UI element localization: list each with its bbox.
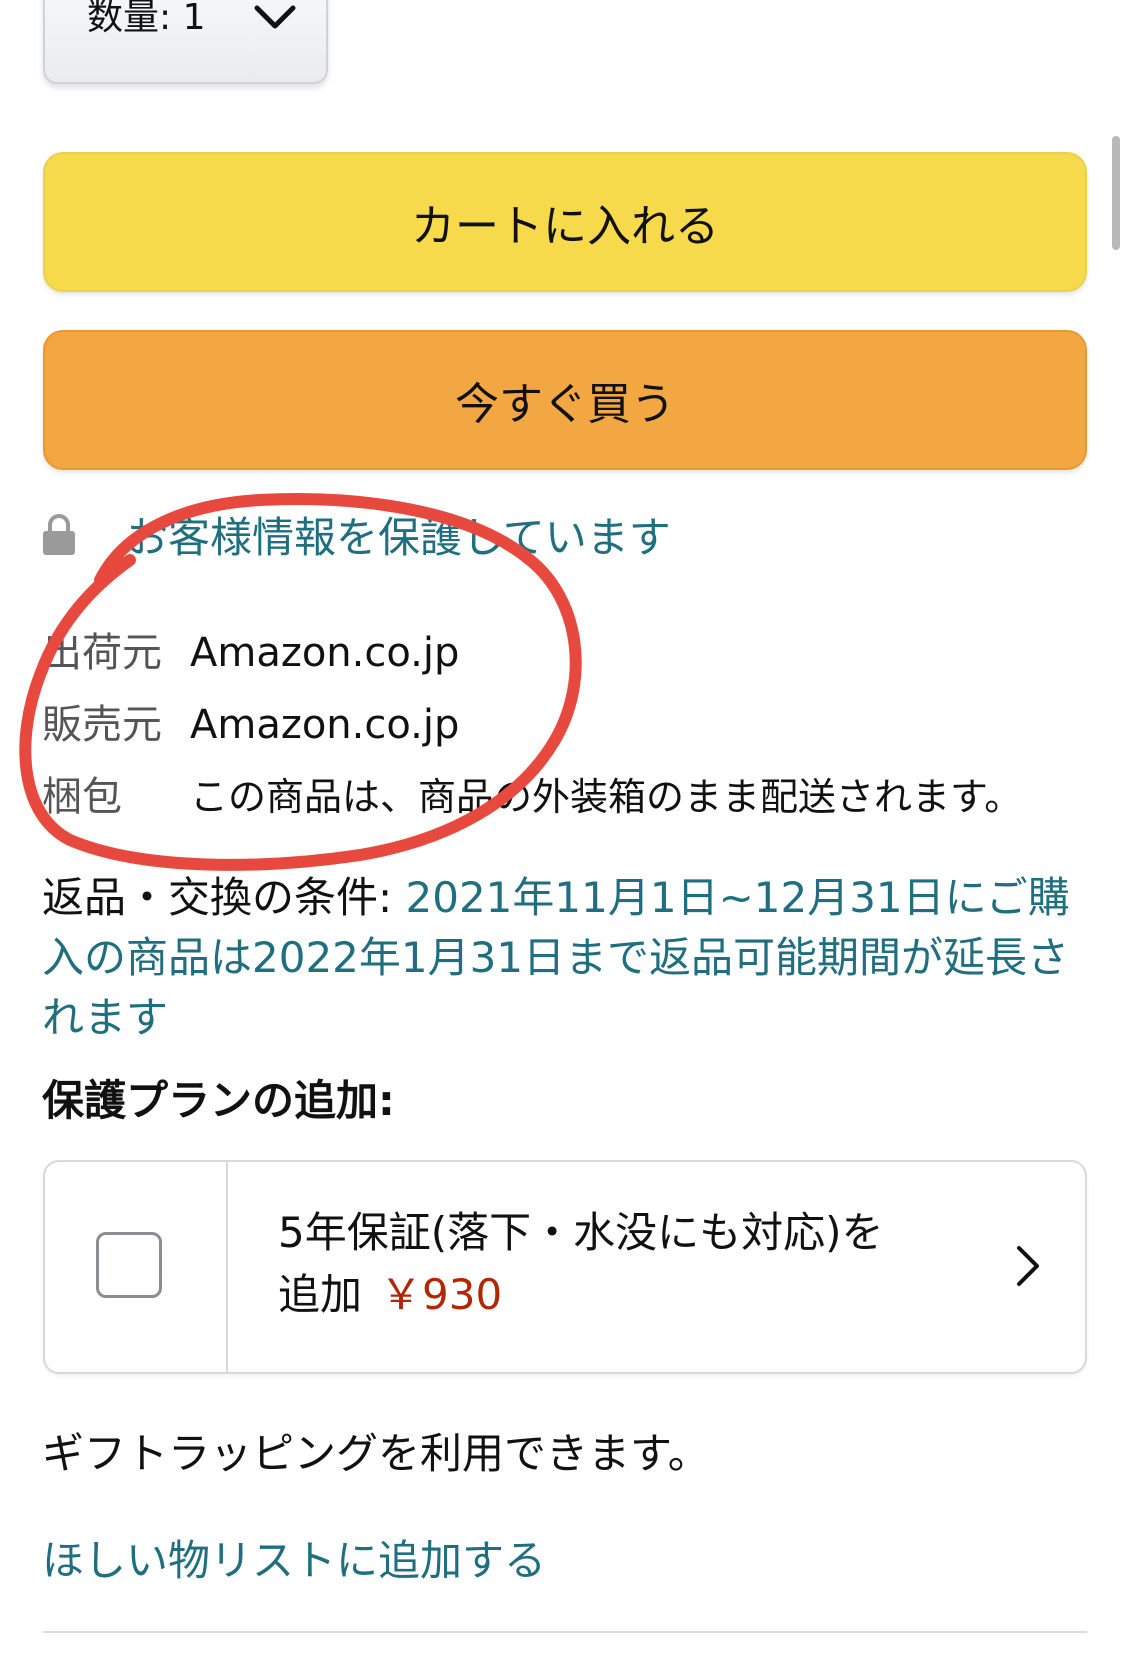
protection-plan-price: ￥930: [380, 1270, 503, 1319]
secure-transaction-link[interactable]: お客様情報を保護しています: [126, 512, 671, 564]
protection-plan-description: 5年保証(落下・水没にも対応)を追加: [278, 1208, 884, 1319]
scrollbar[interactable]: [1112, 136, 1120, 250]
shipper-label: 出荷元: [42, 630, 162, 676]
shipper-value: Amazon.co.jp: [190, 630, 460, 676]
gift-wrap-text: ギフトラッピングを利用できます。: [42, 1429, 710, 1478]
return-policy: 返品・交換の条件: 2021年11月1日~12月31日にご購入の商品は2022年…: [42, 868, 1082, 1048]
packaging-value: この商品は、商品の外装箱のまま配送されます。: [190, 775, 1023, 819]
chevron-down-icon: [254, 5, 296, 29]
protection-plan-divider: [226, 1162, 228, 1372]
chevron-right-icon[interactable]: [1015, 1244, 1041, 1288]
lock-icon: [43, 514, 75, 555]
buy-now-button[interactable]: 今すぐ買う: [43, 330, 1087, 470]
add-to-cart-label: カートに入れる: [411, 201, 719, 252]
seller-label: 販売元: [42, 702, 162, 748]
add-to-wishlist-link[interactable]: ほしい物リストに追加する: [42, 1535, 546, 1587]
quantity-dropdown[interactable]: 数量: 1: [43, 0, 328, 84]
quantity-label: 数量: 1: [87, 0, 206, 38]
protection-plan-option: 5年保証(落下・水没にも対応)を追加 ￥930: [43, 1160, 1087, 1374]
protection-plan-heading: 保護プランの追加:: [42, 1076, 395, 1125]
seller-value: Amazon.co.jp: [190, 702, 460, 748]
protection-plan-text[interactable]: 5年保証(落下・水没にも対応)を追加 ￥930: [278, 1202, 918, 1326]
return-policy-label: 返品・交換の条件:: [42, 873, 406, 922]
protection-plan-checkbox[interactable]: [96, 1232, 162, 1298]
buy-now-label: 今すぐ買う: [455, 379, 675, 430]
add-to-cart-button[interactable]: カートに入れる: [43, 152, 1087, 292]
packaging-label: 梱包: [42, 774, 122, 820]
divider: [43, 1631, 1087, 1633]
